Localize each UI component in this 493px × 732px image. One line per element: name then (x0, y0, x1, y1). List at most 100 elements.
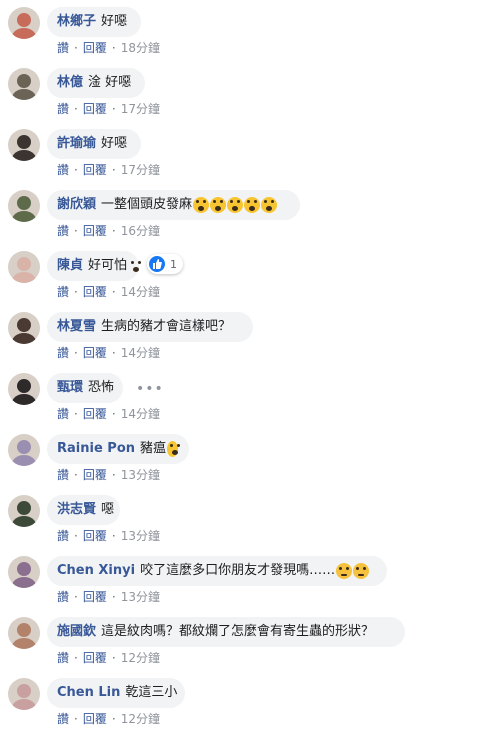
timestamp[interactable]: 17分鐘 (121, 102, 160, 116)
comment-bubble: 林億淦 好噁 (47, 68, 145, 98)
reply-button[interactable]: 回覆 (83, 407, 107, 421)
like-button[interactable]: 讚 (57, 529, 69, 543)
author-name[interactable]: 林鄉子 (57, 14, 96, 30)
avatar[interactable] (8, 7, 40, 39)
timestamp[interactable]: 13分鐘 (121, 468, 160, 482)
like-button[interactable]: 讚 (57, 346, 69, 360)
scream-emoji-icon (261, 197, 278, 213)
comment: 林億淦 好噁讚 · 回覆 · 17分鐘 (0, 61, 493, 122)
avatar[interactable] (8, 129, 40, 161)
avatar[interactable] (8, 312, 40, 344)
comment-text: 好噁 (101, 14, 128, 29)
comment-actions: 讚 · 回覆 · 13分鐘 (57, 527, 160, 544)
like-button[interactable]: 讚 (57, 285, 69, 299)
avatar[interactable] (8, 190, 40, 222)
timestamp[interactable]: 14分鐘 (121, 285, 160, 299)
comment-text: 好噁 (101, 136, 128, 151)
separator: · (74, 162, 78, 177)
reply-button[interactable]: 回覆 (83, 285, 107, 299)
timestamp[interactable]: 14分鐘 (121, 407, 160, 421)
comment-bubble: 林鄉子 好噁 (47, 7, 141, 37)
comment-bubble: 謝欣穎 一整個頭皮發麻 (47, 190, 300, 220)
author-name[interactable]: 林億 (57, 75, 83, 91)
comment: 林夏雪 生病的豬才會這樣吧？ 讚 · 回覆 · 14分鐘 (0, 305, 493, 366)
separator: · (111, 162, 116, 177)
timestamp[interactable]: 12分鐘 (121, 712, 160, 726)
comment-text: 豬瘟 (140, 441, 167, 456)
timestamp[interactable]: 18分鐘 (121, 41, 160, 55)
reply-button[interactable]: 回覆 (83, 712, 107, 726)
reply-button[interactable]: 回覆 (83, 468, 107, 482)
comment-bubble: 洪志賢噁 (47, 495, 120, 525)
reply-button[interactable]: 回覆 (83, 41, 107, 55)
avatar[interactable] (8, 495, 40, 527)
separator: · (111, 223, 116, 238)
like-button[interactable]: 讚 (57, 468, 69, 482)
comment-actions: 讚 · 回覆 · 17分鐘 (57, 161, 160, 178)
comment: Rainie Pon 豬瘟讚 · 回覆 · 13分鐘 (0, 427, 493, 488)
author-name[interactable]: 許瑜瑜 (57, 136, 96, 152)
comment-actions: 讚 · 回覆 · 16分鐘 (57, 222, 160, 239)
separator: · (74, 345, 78, 360)
reply-button[interactable]: 回覆 (83, 102, 107, 116)
flushed-emoji-icon (353, 563, 370, 579)
flushed-emoji-icon (336, 563, 353, 579)
thumbs-up-icon (149, 256, 165, 272)
more-options-icon[interactable]: ••• (136, 381, 164, 397)
author-name[interactable]: 施國欽 (57, 624, 96, 640)
like-button[interactable]: 讚 (57, 712, 69, 726)
separator: · (111, 711, 116, 726)
timestamp[interactable]: 14分鐘 (121, 346, 160, 360)
separator: · (111, 467, 116, 482)
separator: · (111, 345, 116, 360)
author-name[interactable]: 林夏雪 (57, 319, 96, 335)
author-name[interactable]: Chen Lin (57, 685, 120, 701)
avatar[interactable] (8, 678, 40, 710)
scream-emoji-icon (227, 197, 244, 213)
comment-actions: 讚 · 回覆 · 13分鐘 (57, 466, 160, 483)
comment-actions: 讚 · 回覆 · 18分鐘 (57, 39, 160, 56)
author-name[interactable]: Chen Xinyi (57, 563, 135, 579)
timestamp[interactable]: 13分鐘 (121, 529, 160, 543)
reply-button[interactable]: 回覆 (83, 163, 107, 177)
timestamp[interactable]: 13分鐘 (121, 590, 160, 604)
reply-button[interactable]: 回覆 (83, 651, 107, 665)
reply-button[interactable]: 回覆 (83, 590, 107, 604)
like-button[interactable]: 讚 (57, 224, 69, 238)
like-button[interactable]: 讚 (57, 41, 69, 55)
avatar[interactable] (8, 556, 40, 588)
separator: · (111, 40, 116, 55)
like-button[interactable]: 讚 (57, 407, 69, 421)
separator: · (111, 406, 116, 421)
separator: · (74, 650, 78, 665)
comment: Chen Xinyi 咬了這麼多口你朋友才發現嗎…… 讚 · 回覆 · 13分鐘 (0, 549, 493, 610)
comment-text: 生病的豬才會這樣吧？ (101, 319, 232, 334)
author-name[interactable]: 洪志賢 (57, 502, 96, 518)
avatar[interactable] (8, 251, 40, 283)
reaction-badge[interactable]: 1 (147, 254, 183, 274)
comment: Chen Lin 乾這三小讚 · 回覆 · 12分鐘 (0, 671, 493, 732)
author-name[interactable]: 謝欣穎 (57, 197, 96, 213)
author-name[interactable]: 陳貞 (57, 258, 83, 274)
avatar[interactable] (8, 373, 40, 405)
author-name[interactable]: 甄環 (57, 380, 83, 396)
scream-emoji-icon (193, 197, 210, 213)
comment: 陳貞 好可怕讚 · 回覆 · 14分鐘 (0, 244, 493, 305)
timestamp[interactable]: 16分鐘 (121, 224, 160, 238)
reaction-count: 1 (170, 257, 177, 271)
like-button[interactable]: 讚 (57, 590, 69, 604)
author-name[interactable]: Rainie Pon (57, 441, 135, 457)
avatar[interactable] (8, 434, 40, 466)
reply-button[interactable]: 回覆 (83, 529, 107, 543)
separator: · (111, 650, 116, 665)
reply-button[interactable]: 回覆 (83, 224, 107, 238)
avatar[interactable] (8, 68, 40, 100)
avatar[interactable] (8, 617, 40, 649)
like-button[interactable]: 讚 (57, 651, 69, 665)
reply-button[interactable]: 回覆 (83, 346, 107, 360)
like-button[interactable]: 讚 (57, 102, 69, 116)
timestamp[interactable]: 12分鐘 (121, 651, 160, 665)
like-button[interactable]: 讚 (57, 163, 69, 177)
timestamp[interactable]: 17分鐘 (121, 163, 160, 177)
comment-actions: 讚 · 回覆 · 12分鐘 (57, 710, 160, 727)
